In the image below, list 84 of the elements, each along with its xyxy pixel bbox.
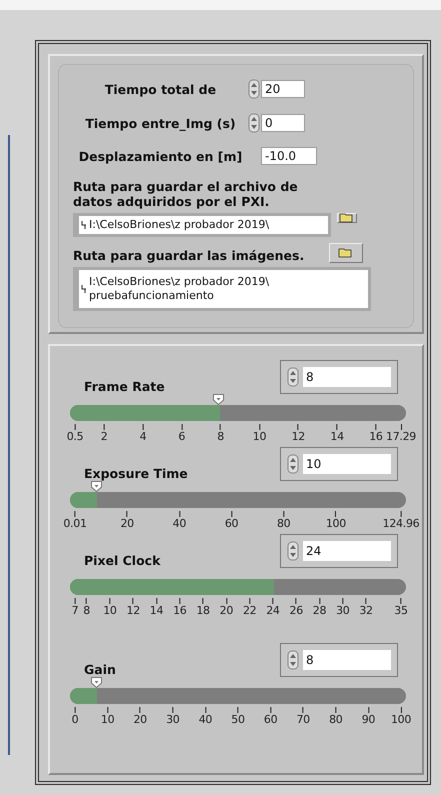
folder-icon <box>338 248 354 258</box>
spinner-icon[interactable] <box>287 541 299 561</box>
slider-track[interactable] <box>70 688 406 704</box>
tick-label: 40 <box>172 517 186 530</box>
field-label: Tiempo total de <box>104 82 218 96</box>
number-field[interactable]: 24 <box>303 541 391 561</box>
spinner-icon[interactable] <box>248 113 260 133</box>
tick-label: 16 <box>369 430 383 443</box>
tick-label: 10 <box>100 713 114 726</box>
tick-label: 6 <box>178 430 186 443</box>
slider-track[interactable] <box>70 579 406 595</box>
number-field[interactable]: 20 <box>261 80 305 98</box>
tick-label: 0 <box>72 713 78 726</box>
numeric-control[interactable]: 8 <box>280 360 398 394</box>
tick-label: 30 <box>336 604 350 617</box>
tick-label: 32 <box>359 604 373 617</box>
tick-label: 20 <box>120 517 134 530</box>
tick-label: 100 <box>390 713 412 726</box>
field-label: Desplazamiento en [m] <box>78 148 244 164</box>
number-field[interactable]: 8 <box>303 650 391 670</box>
tick-label: 22 <box>242 604 256 617</box>
tick-label: 4 <box>140 430 146 443</box>
tick-label: 35 <box>394 604 408 617</box>
tick-label: 80 <box>276 517 290 530</box>
tick-label: 8 <box>217 430 224 443</box>
slider-label: Pixel Clock <box>84 553 160 568</box>
tick-label: 40 <box>198 713 212 726</box>
number-field[interactable]: 8 <box>303 367 391 387</box>
path-icon <box>81 220 87 230</box>
slider-label: Gain <box>84 662 116 677</box>
path-label: Ruta para guardar las imágenes. <box>73 248 306 263</box>
number-field[interactable]: -10.0 <box>261 147 317 165</box>
tick-label: 50 <box>231 713 245 726</box>
tick-label: 60 <box>264 713 278 726</box>
path-icon <box>81 284 87 294</box>
tick-label: 60 <box>224 517 238 530</box>
slider-label: Exposure Time <box>84 466 188 481</box>
tick-label: 18 <box>196 604 210 617</box>
tick-label: 2 <box>100 430 108 443</box>
path-field[interactable]: I:\CelsoBriones\z probador 2019\ pruebafuncionamiento <box>73 267 371 311</box>
tick-label: 7 <box>72 604 78 617</box>
tick-label: 12 <box>292 430 305 443</box>
tick-label: 0.01 <box>63 517 87 530</box>
tick-label: 80 <box>329 713 342 726</box>
tick-label: 20 <box>133 713 147 726</box>
field-label: Tiempo entre_Img (s) <box>84 116 237 130</box>
path-label: Ruta para guardar el archivo de datos adquiridos por el PXI. <box>73 179 299 209</box>
slider-track[interactable] <box>70 405 406 421</box>
path-field[interactable]: I:\CelsoBriones\z probador 2019\ <box>73 213 331 237</box>
numeric-control[interactable]: 24 <box>280 534 398 568</box>
browse-button[interactable] <box>337 213 357 223</box>
tick-label: 70 <box>296 713 310 726</box>
tick-label: 90 <box>362 713 376 726</box>
tick-label: 10 <box>103 604 117 617</box>
tick-label: 17.29 <box>386 430 416 443</box>
tick-label: 12 <box>126 604 140 617</box>
tick-label: 26 <box>290 604 303 617</box>
spinner-icon[interactable] <box>287 650 299 670</box>
tick-label: 30 <box>166 713 180 726</box>
tick-label: 8 <box>83 604 90 617</box>
tick-label: 28 <box>312 604 326 617</box>
numeric-control[interactable]: 8 <box>280 643 398 677</box>
tick-label: 14 <box>150 604 164 617</box>
folder-icon <box>339 213 355 223</box>
tick-label: 0.5 <box>66 430 84 443</box>
number-field[interactable]: 0 <box>261 114 305 132</box>
tick-label: 100 <box>326 517 346 530</box>
browse-button[interactable] <box>329 243 363 263</box>
slider-thumb[interactable] <box>212 394 224 405</box>
tick-label: 24 <box>266 604 280 617</box>
tick-label: 16 <box>173 604 186 617</box>
tick-label: 124.96 <box>382 517 420 530</box>
spinner-icon[interactable] <box>248 79 260 99</box>
slider-thumb[interactable] <box>91 677 102 688</box>
tick-label: 10 <box>252 430 266 443</box>
slider-track[interactable] <box>70 492 406 508</box>
numeric-control[interactable]: 10 <box>280 447 398 481</box>
tick-label: 20 <box>220 604 234 617</box>
spinner-icon[interactable] <box>287 367 299 387</box>
slider-thumb[interactable] <box>91 481 102 492</box>
tick-label: 14 <box>330 430 344 443</box>
slider-label: Frame Rate <box>84 379 165 394</box>
number-field[interactable]: 10 <box>303 454 391 474</box>
spinner-icon[interactable] <box>287 454 299 474</box>
